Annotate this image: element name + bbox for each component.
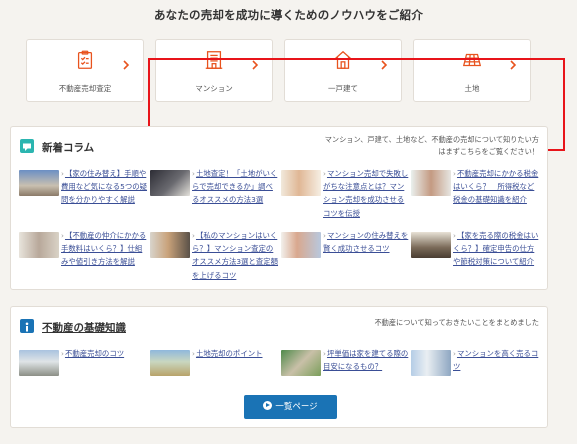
article-thumbnail	[150, 232, 190, 258]
article-item[interactable]: 土地査定！「土地がいくらで売却できるか」調べるオススメの方法3選	[150, 167, 278, 225]
panel-title: 新着コラム	[42, 142, 95, 154]
article-link[interactable]: マンションの住み替えを賢く成功させるコツ	[323, 229, 409, 255]
article-thumbnail	[19, 232, 59, 258]
article-thumbnail	[150, 350, 190, 376]
article-item[interactable]: 【不動産の仲介にかかる手数料はいくら？】仕組みや値引き方法を解説	[19, 229, 147, 287]
article-item[interactable]: 【家を売る際の税金はいくら？】確定申告の仕方や節税対策について紹介	[411, 229, 539, 287]
article-link[interactable]: マンションを高く売るコツ	[453, 347, 539, 373]
article-link[interactable]: 土地査定！「土地がいくらで売却できるか」調べるオススメの方法3選	[192, 167, 278, 207]
article-thumbnail	[411, 232, 451, 258]
article-item[interactable]: 【私のマンションはいくら？】マンション査定のオススメ方法3選と査定額を上げるコツ	[150, 229, 278, 287]
article-thumbnail	[19, 170, 59, 196]
article-item[interactable]: マンションを高く売るコツ	[411, 347, 539, 405]
article-item[interactable]: 【家の住み替え】手順や費用など気になる5つの疑問を分かりやすく解説	[19, 167, 147, 225]
card-label: マンション	[195, 84, 233, 93]
panel-description: 不動産について知っておきたいことをまとめました	[374, 318, 539, 327]
card-label: 一戸建て	[328, 84, 358, 93]
chevron-right-icon	[381, 60, 388, 70]
article-item[interactable]: マンションの住み替えを賢く成功させるコツ	[281, 229, 409, 287]
article-item[interactable]: 不動産売却にかかる税金はいくら？ 所得税など税金の基礎知識を紹介	[411, 167, 539, 225]
article-link[interactable]: 【家を売る際の税金はいくら？】確定申告の仕方や節税対策について紹介	[453, 229, 539, 269]
info-icon	[20, 319, 34, 333]
article-link[interactable]: 不動産売却のコツ	[61, 347, 147, 360]
article-link[interactable]: 坪単価は家を建てる際の目安になるもの？	[323, 347, 409, 373]
arrow-circle-icon	[263, 401, 273, 410]
category-cards: 不動産売却査定 マンション 一戸建て 土地	[0, 33, 577, 151]
article-thumbnail	[411, 170, 451, 196]
chevron-right-icon	[123, 60, 130, 70]
article-link[interactable]: マンション売却で失敗しがちな注意点とは？マンション売却を成功させるコツを伝授	[323, 167, 409, 220]
article-link[interactable]: 【私のマンションはいくら？】マンション査定のオススメ方法3選と査定額を上げるコツ	[192, 229, 278, 282]
article-thumbnail	[281, 350, 321, 376]
chevron-right-icon	[252, 60, 259, 70]
card-land[interactable]: 土地	[413, 39, 531, 102]
speech-bubble-icon	[20, 139, 34, 153]
card-mansion[interactable]: マンション	[155, 39, 273, 102]
article-item[interactable]: 不動産売却のコツ	[19, 347, 147, 405]
page-heading: あなたの売却を成功に導くためのノウハウをご紹介	[153, 8, 424, 22]
panel-title[interactable]: 不動産の基礎知識	[42, 320, 126, 335]
list-page-button[interactable]: 一覧ページ	[244, 395, 337, 419]
article-link[interactable]: 【不動産の仲介にかかる手数料はいくら？】仕組みや値引き方法を解説	[61, 229, 147, 269]
card-label: 不動産売却査定	[58, 84, 112, 93]
article-thumbnail	[411, 350, 451, 376]
chevron-right-icon	[510, 60, 517, 70]
button-label: 一覧ページ	[275, 402, 318, 412]
card-label: 土地	[464, 84, 480, 93]
panel-description: マンション、戸建て、土地など、不動産の売却について知りたい方はまずこちらをご覧く…	[324, 135, 539, 156]
article-link[interactable]: 【家の住み替え】手順や費用など気になる5つの疑問を分かりやすく解説	[61, 167, 147, 207]
article-link[interactable]: 不動産売却にかかる税金はいくら？ 所得税など税金の基礎知識を紹介	[453, 167, 539, 207]
card-detached-house[interactable]: 一戸建て	[284, 39, 402, 102]
new-column-panel: 新着コラム マンション、戸建て、土地など、不動産の売却について知りたい方はまずこ…	[10, 126, 548, 290]
card-real-estate-appraisal[interactable]: 不動産売却査定	[26, 39, 144, 102]
basics-panel: 不動産の基礎知識 不動産について知っておきたいことをまとめました 不動産売却のコ…	[10, 306, 548, 428]
article-thumbnail	[19, 350, 59, 376]
article-thumbnail	[281, 232, 321, 258]
article-link[interactable]: 土地売却のポイント	[192, 347, 278, 360]
article-thumbnail	[150, 170, 190, 196]
article-thumbnail	[281, 170, 321, 196]
article-item[interactable]: マンション売却で失敗しがちな注意点とは？マンション売却を成功させるコツを伝授	[281, 167, 409, 225]
